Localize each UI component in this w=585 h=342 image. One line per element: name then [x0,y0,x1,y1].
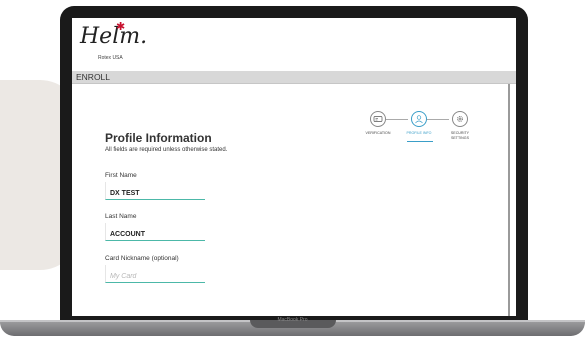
laptop-screen: Helm. ✱ Rotex USA ENROLL Profile Informa… [72,18,516,316]
logo-subtitle: Rotex USA [98,55,123,61]
device-model-label: MacBook Pro [277,317,308,323]
last-name-input[interactable] [106,226,205,243]
step-profile-info[interactable] [411,111,427,127]
gear-icon [457,116,463,122]
step-verification[interactable] [370,111,386,127]
nickname-input[interactable] [106,268,205,285]
first-name-label: First Name [105,172,137,179]
site-header: Helm. ✱ Rotex USA [72,18,516,70]
form-title: Profile Information [105,131,212,145]
enroll-bar: ENROLL [72,71,516,84]
first-name-field [105,182,205,202]
star-icon: ✱ [116,21,126,33]
step-connector [427,119,449,120]
step-security-settings[interactable] [452,111,468,127]
helm-logo[interactable]: Helm. [80,24,147,49]
id-card-icon [373,116,383,122]
first-name-input[interactable] [106,185,205,202]
nickname-label: Card Nickname (optional) [105,255,179,262]
nickname-field [105,265,205,285]
last-name-field [105,223,205,243]
last-name-label: Last Name [105,213,137,220]
step-label-verification: VERIFICATION [365,131,391,135]
step-connector [386,119,408,120]
enrollment-steps: VERIFICATION PROFILE INFO SECURITY SETTI… [366,111,480,151]
enroll-title: ENROLL [76,72,111,82]
step-label-profile-info: PROFILE INFO [406,131,432,135]
form-subtitle: All fields are required unless otherwise… [105,147,228,153]
active-step-indicator [407,141,433,142]
step-label-security-settings: SECURITY SETTINGS [450,131,470,140]
user-icon [415,115,423,124]
